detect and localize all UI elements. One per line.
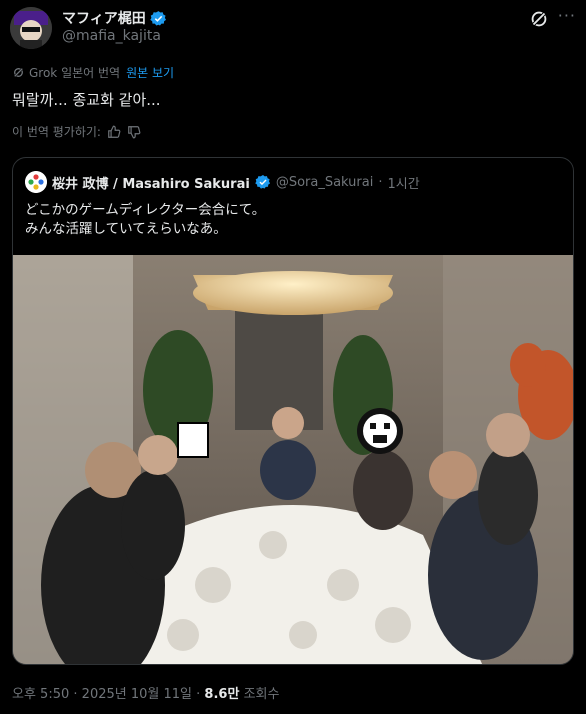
tweet-text: 뭐랄까... 종교화 같아... (12, 91, 161, 109)
quoted-header: 桜井 政博 / Masahiro Sakurai @Sora_Sakurai ·… (25, 171, 420, 193)
thumbs-down-icon[interactable] (127, 125, 141, 139)
quoted-photo[interactable] (13, 255, 573, 664)
author-handle[interactable]: @mafia_kajita (62, 28, 161, 44)
dinner-photo-illustration (13, 255, 573, 664)
translation-row: Grok 일본어 번역 원본 보기 (12, 64, 174, 81)
show-original-link[interactable]: 원본 보기 (126, 64, 174, 81)
grok-small-icon (13, 67, 24, 78)
quoted-display-name[interactable]: 桜井 政博 / Masahiro Sakurai (52, 173, 250, 192)
verified-badge-icon (255, 175, 270, 189)
post-date[interactable]: 2025년 10월 11일 (82, 687, 192, 702)
author-display-name[interactable]: マフィア梶田 (62, 8, 146, 28)
author-name-row[interactable]: マフィア梶田 (62, 8, 167, 28)
verified-badge-icon (150, 10, 166, 26)
quoted-separator: · (378, 174, 383, 190)
thumbs-up-icon[interactable] (107, 125, 121, 139)
post-time[interactable]: 오후 5:50 (12, 687, 69, 702)
avatar-image (10, 7, 52, 49)
quoted-time[interactable]: 1시간 (387, 173, 419, 192)
view-label: 조회수 (243, 687, 280, 702)
view-count[interactable]: 8.6만 (204, 687, 239, 702)
quoted-text: どこかのゲームディレクター会合にて。 みんな活躍していてえらいなあ。 (25, 201, 265, 239)
quoted-tweet[interactable]: 桜井 政博 / Masahiro Sakurai @Sora_Sakurai ·… (12, 157, 574, 665)
more-icon[interactable]: ··· (558, 6, 576, 25)
author-avatar[interactable] (10, 7, 52, 49)
grok-button[interactable] (528, 8, 550, 30)
tweet-meta: 오후 5:50 · 2025년 10월 11일 · 8.6만 조회수 (12, 683, 279, 702)
meta-separator: · (196, 687, 201, 702)
meta-separator: · (73, 687, 78, 702)
grok-icon (531, 11, 547, 27)
rate-translation-row: 이 번역 평가하기: (12, 123, 141, 140)
rate-label: 이 번역 평가하기: (12, 125, 101, 139)
translation-label: Grok 일본어 번역 (29, 66, 121, 80)
quoted-avatar[interactable] (25, 171, 47, 193)
quoted-text-line: みんな活躍していてえらいなあ。 (25, 221, 227, 237)
quoted-text-line: どこかのゲームディレクター会合にて。 (25, 202, 266, 218)
quoted-handle[interactable]: @Sora_Sakurai (276, 175, 374, 190)
